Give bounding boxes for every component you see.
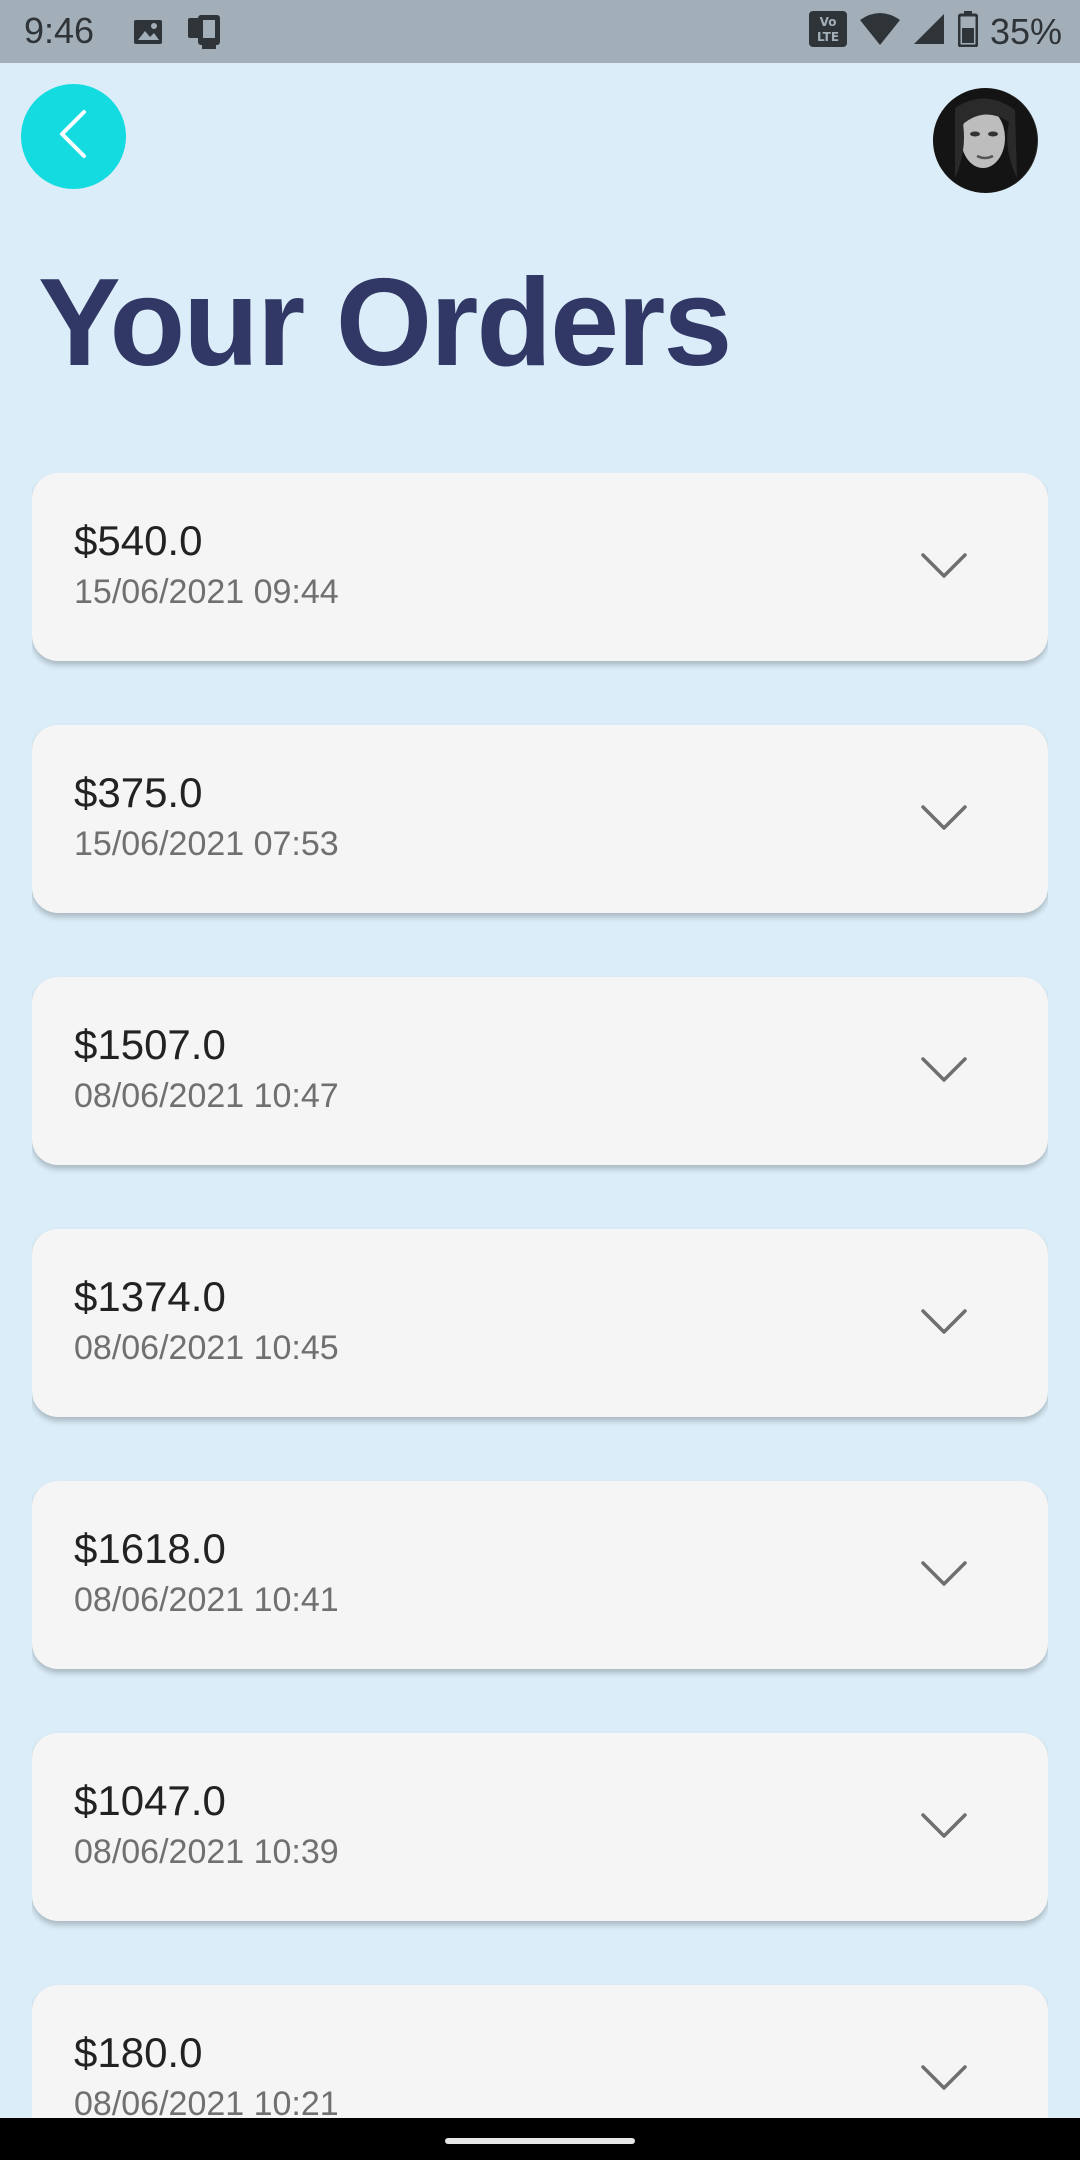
chevron-down-icon[interactable]	[920, 551, 968, 581]
order-card[interactable]: $180.0 08/06/2021 10:21	[32, 1985, 1048, 2118]
avatar[interactable]	[933, 88, 1038, 193]
order-amount: $540.0	[74, 517, 203, 564]
order-date: 08/06/2021 10:39	[74, 1833, 339, 1871]
status-time: 9:46	[24, 10, 95, 51]
order-amount: $1618.0	[74, 1525, 226, 1572]
status-bar: 9:46 Vo LTE 35%	[0, 0, 1080, 63]
svg-text:Vo: Vo	[820, 15, 837, 29]
chevron-down-icon[interactable]	[920, 803, 968, 833]
chevron-down-icon[interactable]	[920, 1055, 968, 1085]
home-indicator[interactable]	[445, 2138, 635, 2144]
chevron-down-icon[interactable]	[920, 1307, 968, 1337]
image-icon	[132, 16, 164, 53]
order-card[interactable]: $1618.0 08/06/2021 10:41	[32, 1481, 1048, 1669]
order-card[interactable]: $1374.0 08/06/2021 10:45	[32, 1229, 1048, 1417]
signal-icon	[912, 12, 946, 51]
chevron-down-icon[interactable]	[920, 1811, 968, 1841]
wifi-icon	[859, 12, 900, 51]
page-title: Your Orders	[38, 254, 732, 392]
chevron-down-icon[interactable]	[920, 1559, 968, 1589]
device-icon	[186, 14, 226, 55]
chevron-left-icon	[54, 108, 94, 165]
order-amount: $1047.0	[74, 1777, 226, 1824]
order-amount: $1507.0	[74, 1021, 226, 1068]
order-date: 08/06/2021 10:41	[74, 1581, 339, 1619]
battery-percentage: 35%	[989, 10, 1062, 52]
battery-icon	[957, 11, 979, 52]
order-card[interactable]: $375.0 15/06/2021 07:53	[32, 725, 1048, 913]
order-amount: $375.0	[74, 769, 203, 816]
volte-icon: Vo LTE	[808, 10, 848, 53]
order-card[interactable]: $1047.0 08/06/2021 10:39	[32, 1733, 1048, 1921]
order-card[interactable]: $540.0 15/06/2021 09:44	[32, 473, 1048, 661]
orders-list[interactable]: $540.0 15/06/2021 09:44 $375.0 15/06/202…	[32, 473, 1048, 2118]
svg-text:LTE: LTE	[817, 30, 839, 44]
order-date: 15/06/2021 09:44	[74, 573, 339, 611]
order-amount: $180.0	[74, 2029, 203, 2076]
order-card[interactable]: $1507.0 08/06/2021 10:47	[32, 977, 1048, 1165]
order-date: 08/06/2021 10:21	[74, 2085, 339, 2118]
order-date: 08/06/2021 10:47	[74, 1077, 339, 1115]
back-button[interactable]	[21, 84, 126, 189]
chevron-down-icon[interactable]	[920, 2063, 968, 2093]
order-date: 15/06/2021 07:53	[74, 825, 339, 863]
order-amount: $1374.0	[74, 1273, 226, 1320]
order-date: 08/06/2021 10:45	[74, 1329, 339, 1367]
